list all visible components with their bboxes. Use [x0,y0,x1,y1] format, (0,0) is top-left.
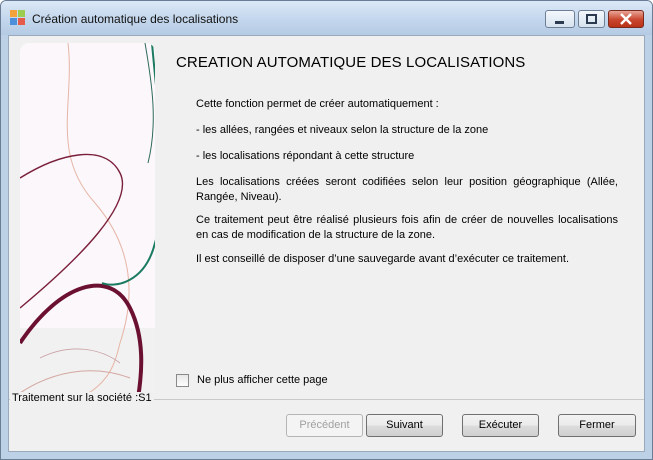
maximize-icon [586,14,597,24]
title-bar[interactable]: Création automatique des localisations [1,1,652,35]
minimize-button[interactable] [545,10,575,28]
bullet-paragraph-2: - les localisations répondant à cette st… [196,150,415,162]
company-status: Traitement sur la société :S1 [12,392,154,404]
status-separator [151,399,644,400]
dont-show-again-checkbox[interactable] [176,374,189,387]
status-separator-left [9,399,10,400]
maximize-button[interactable] [578,10,605,28]
close-window-button[interactable] [608,10,644,28]
close-icon [620,13,632,25]
swirl-illustration [20,43,155,398]
execute-button[interactable]: Exécuter [462,414,539,437]
codification-paragraph: Les localisations créées seront codifiée… [196,176,618,203]
page-title: CREATION AUTOMATIQUE DES LOCALISATIONS [176,54,526,71]
close-button[interactable]: Fermer [558,414,636,437]
app-icon [10,10,25,25]
window-title: Création automatique des localisations [32,12,239,26]
previous-button[interactable]: Précédent [286,414,363,437]
decorative-banner [20,43,155,398]
dialog-window: Création automatique des localisations C… [0,0,653,460]
backup-paragraph: Il est conseillé de disposer d’une sauve… [196,253,569,265]
dont-show-again-label: Ne plus afficher cette page [197,374,328,386]
next-button[interactable]: Suivant [366,414,443,437]
intro-paragraph: Cette fonction permet de créer automatiq… [196,98,439,110]
minimize-icon [555,21,564,24]
dialog-body: CREATION AUTOMATIQUE DES LOCALISATIONS C… [8,35,645,452]
bullet-paragraph-1: - les allées, rangées et niveaux selon l… [196,124,489,136]
repeat-paragraph: Ce traitement peut être réalisé plusieur… [196,214,618,241]
